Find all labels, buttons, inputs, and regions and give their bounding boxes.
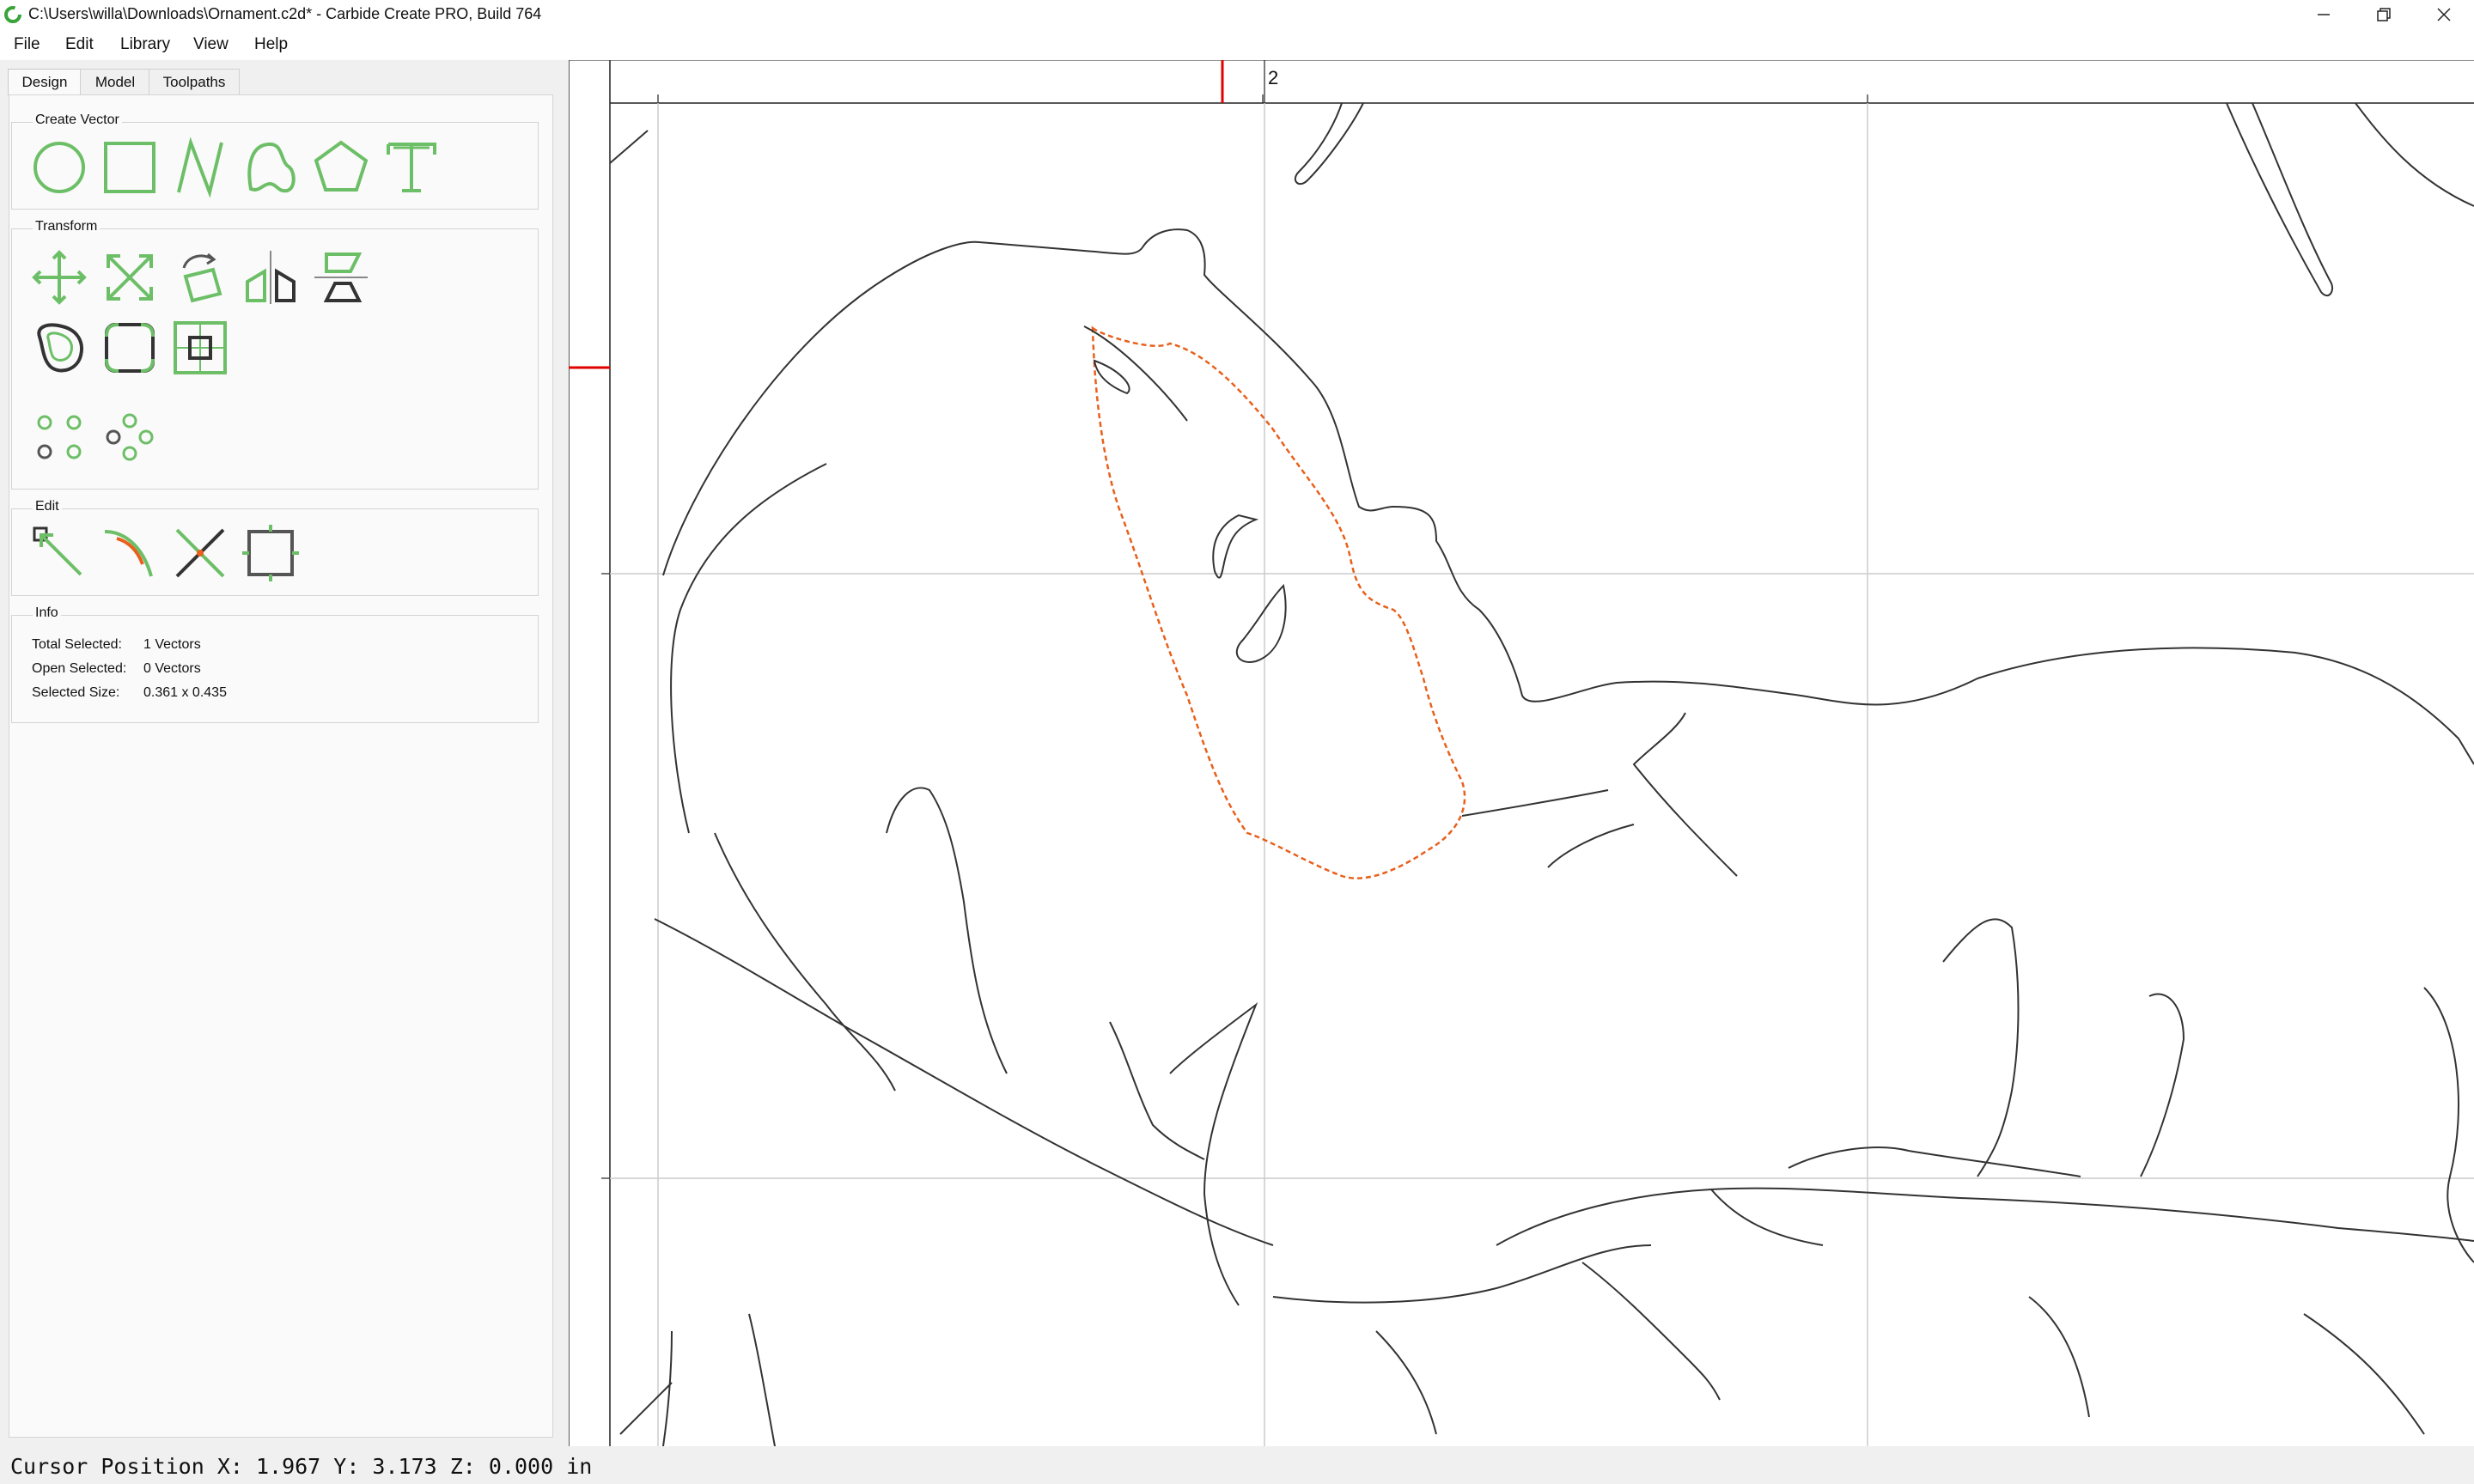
menu-bar: File Edit Library View Help: [0, 29, 2474, 60]
canvas-drawing[interactable]: 2: [569, 60, 2474, 1446]
rectangle-icon: [104, 142, 155, 193]
status-bar: Cursor Position X: 1.967 Y: 3.173 Z: 0.0…: [0, 1446, 2474, 1484]
selected-vector[interactable]: [1091, 325, 1466, 879]
polyline-tool-button[interactable]: [168, 136, 232, 199]
info-total-selected: Total Selected: 1 Vectors: [32, 637, 201, 653]
menu-help[interactable]: Help: [251, 33, 291, 56]
circular-array-icon: [106, 413, 154, 461]
menu-library[interactable]: Library: [117, 33, 174, 56]
mirror-icon: [246, 251, 296, 304]
scale-tool-button[interactable]: [98, 246, 161, 309]
ornament-vectors[interactable]: [609, 102, 2474, 1446]
text-icon: [387, 143, 436, 192]
polygon-icon: [314, 140, 369, 192]
rectangle-tool-button[interactable]: [98, 136, 161, 199]
minimize-button[interactable]: [2294, 0, 2354, 29]
info-selected-size: Selected Size: 0.361 x 0.435: [32, 685, 227, 701]
circle-tool-button[interactable]: [27, 136, 91, 199]
minimize-icon: [2318, 14, 2330, 15]
fillet-tool-button[interactable]: [98, 316, 161, 380]
circular-array-tool-button[interactable]: [98, 405, 161, 469]
transform-title: Transform: [33, 219, 101, 234]
move-icon: [32, 250, 87, 305]
info-open-selected-value: 0 Vectors: [143, 661, 201, 676]
rotate-icon: [182, 252, 222, 303]
polyline-icon: [177, 137, 223, 198]
restore-button[interactable]: [2354, 0, 2414, 29]
rotate-tool-button[interactable]: [168, 246, 232, 309]
cut-icon: [175, 528, 225, 578]
align-tool-button[interactable]: [309, 246, 373, 309]
align-icon: [314, 252, 368, 302]
boolean-tool-button[interactable]: [168, 316, 232, 380]
title-bar: C:\Users\willa\Downloads\Ornament.c2d* -…: [0, 0, 2474, 29]
curve-tool-button[interactable]: [239, 136, 302, 199]
close-button[interactable]: [2414, 0, 2474, 29]
info-title: Info: [33, 605, 61, 621]
boolean-icon: [174, 321, 227, 374]
top-ruler: [569, 60, 2474, 103]
edit-title: Edit: [33, 499, 62, 514]
offset-icon: [37, 323, 83, 373]
cut-tool-button[interactable]: [168, 521, 232, 585]
bounding-box-icon: [242, 525, 299, 581]
menu-edit[interactable]: Edit: [62, 33, 97, 56]
fillet-icon: [105, 323, 155, 373]
node-edit-icon: [33, 526, 82, 576]
ruler-label-2: 2: [1268, 67, 1278, 88]
tab-toolpaths[interactable]: Toolpaths: [149, 69, 240, 95]
scale-icon: [107, 254, 153, 301]
tab-design[interactable]: Design: [8, 69, 82, 95]
trim-icon: [104, 530, 153, 577]
window-title: C:\Users\willa\Downloads\Ornament.c2d* -…: [28, 5, 542, 22]
left-panel: Design Model Toolpaths Create Vector Tra…: [0, 60, 569, 1446]
trim-tool-button[interactable]: [98, 521, 161, 585]
restore-icon: [2377, 8, 2391, 21]
grid: [610, 103, 2474, 1446]
offset-tool-button[interactable]: [27, 316, 91, 380]
curve-icon: [247, 142, 296, 193]
grid-array-icon: [37, 415, 82, 459]
cursor-position: Cursor Position X: 1.967 Y: 3.173 Z: 0.0…: [10, 1454, 593, 1479]
bounding-box-tool-button[interactable]: [239, 521, 302, 585]
circle-icon: [34, 142, 85, 193]
node-edit-tool-button[interactable]: [27, 521, 91, 585]
info-selected-size-label: Selected Size:: [32, 685, 120, 700]
polygon-tool-button[interactable]: [309, 136, 373, 199]
info-open-selected-label: Open Selected:: [32, 661, 127, 676]
menu-file[interactable]: File: [10, 33, 44, 56]
info-open-selected: Open Selected: 0 Vectors: [32, 661, 201, 677]
info-total-selected-label: Total Selected:: [32, 637, 122, 652]
carbide-create-icon: [4, 6, 21, 23]
mirror-tool-button[interactable]: [239, 246, 302, 309]
create-vector-title: Create Vector: [33, 113, 122, 128]
menu-view[interactable]: View: [190, 33, 232, 56]
info-total-selected-value: 1 Vectors: [143, 637, 201, 652]
grid-array-tool-button[interactable]: [27, 405, 91, 469]
text-tool-button[interactable]: [380, 136, 443, 199]
move-tool-button[interactable]: [27, 246, 91, 309]
tab-model[interactable]: Model: [80, 69, 150, 95]
design-canvas[interactable]: 2: [569, 60, 2474, 1446]
info-selected-size-value: 0.361 x 0.435: [143, 685, 227, 700]
close-icon: [2437, 8, 2451, 21]
